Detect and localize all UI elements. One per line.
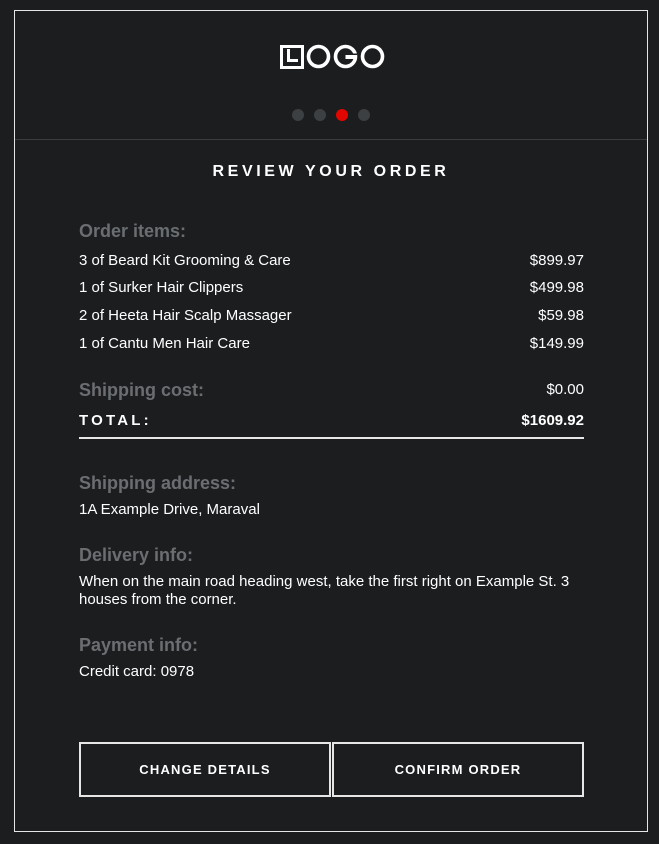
- action-buttons: CHANGE DETAILS CONFIRM ORDER: [79, 742, 584, 797]
- delivery-info-label: Delivery info:: [79, 544, 194, 565]
- item-price: $499.98: [529, 279, 584, 297]
- shipping-cost-label: Shipping cost:: [79, 379, 204, 400]
- total-value: $1609.92: [521, 411, 584, 429]
- step-dot-1: [292, 109, 304, 121]
- shipping-cost-row: Shipping cost: $0.00: [79, 378, 584, 402]
- step-dot-4: [358, 109, 370, 121]
- list-item: 3 of Beard Kit Grooming & Care $899.97: [79, 251, 584, 271]
- list-item: 2 of Heeta Hair Scalp Massager $59.98: [79, 306, 584, 326]
- logo-glyph-l: [280, 44, 304, 69]
- step-indicator: [292, 109, 370, 121]
- checkout-header: [15, 11, 647, 140]
- order-summary: Order items: 3 of Beard Kit Grooming & C…: [79, 219, 584, 681]
- page-title: REVIEW YOUR ORDER: [212, 163, 450, 180]
- item-price: $59.98: [538, 307, 584, 325]
- item-description: 1 of Surker Hair Clippers: [79, 279, 244, 297]
- payment-info-section: Payment info: Credit card: 0978: [79, 633, 584, 681]
- payment-info-value: Credit card: 0978: [79, 662, 195, 680]
- delivery-info-value: When on the main road heading west, take…: [79, 572, 570, 608]
- checkout-card: REVIEW YOUR ORDER Order items: 3 of Bear…: [14, 10, 648, 832]
- step-dot-2: [314, 109, 326, 121]
- logo-glyph-o: [306, 44, 331, 69]
- confirm-order-button[interactable]: CONFIRM ORDER: [332, 742, 584, 797]
- order-items: Order items: 3 of Beard Kit Grooming & C…: [79, 219, 584, 354]
- item-price: $899.97: [529, 251, 584, 269]
- order-items-label: Order items:: [79, 221, 187, 241]
- shipping-cost-value: $0.00: [546, 381, 584, 399]
- item-price: $149.99: [529, 334, 584, 352]
- total-label: TOTAL:: [79, 411, 152, 429]
- shipping-address-section: Shipping address: 1A Example Drive, Mara…: [79, 471, 584, 519]
- item-description: 3 of Beard Kit Grooming & Care: [79, 251, 291, 269]
- payment-info-label: Payment info:: [79, 634, 199, 655]
- shipping-address-value: 1A Example Drive, Maraval: [79, 500, 260, 518]
- item-description: 2 of Heeta Hair Scalp Massager: [79, 307, 292, 325]
- logo-glyph-g: [333, 44, 358, 69]
- logo: [280, 44, 385, 69]
- shipping-address-label: Shipping address:: [79, 472, 237, 493]
- total-row: TOTAL: $1609.92: [79, 412, 584, 439]
- step-dot-3: [336, 109, 348, 121]
- item-description: 1 of Cantu Men Hair Care: [79, 334, 250, 352]
- logo-glyph-o2: [360, 44, 385, 69]
- delivery-info-section: Delivery info: When on the main road hea…: [79, 543, 584, 609]
- change-details-button[interactable]: CHANGE DETAILS: [79, 742, 331, 797]
- list-item: 1 of Surker Hair Clippers $499.98: [79, 278, 584, 298]
- list-item: 1 of Cantu Men Hair Care $149.99: [79, 334, 584, 354]
